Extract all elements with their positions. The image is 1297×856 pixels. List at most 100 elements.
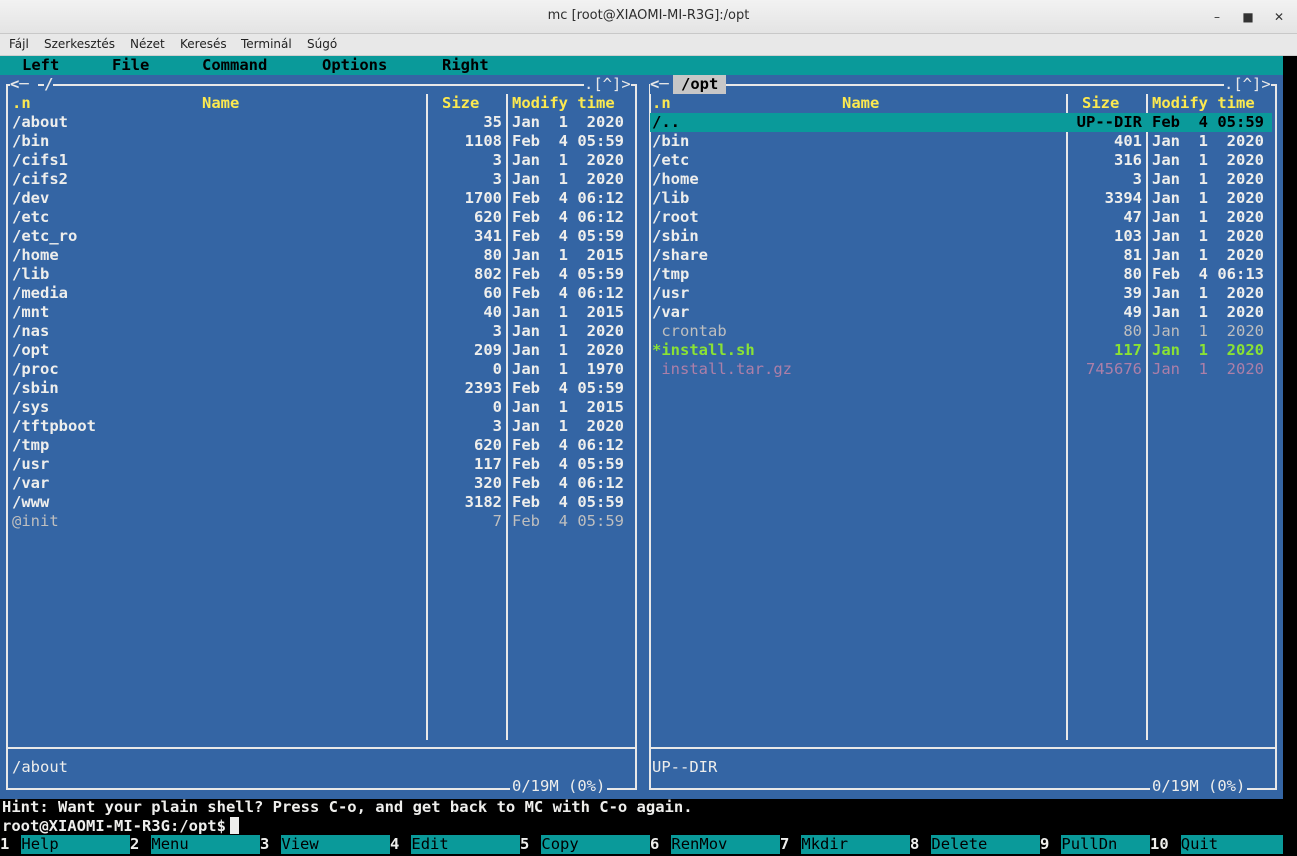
fkey-delete[interactable]: 8 Delete bbox=[910, 835, 1040, 854]
file-row[interactable]: /sbin 103 Jan 1 2020 bbox=[650, 227, 1272, 246]
minimize-icon[interactable]: – bbox=[1206, 6, 1228, 28]
menu-file[interactable]: Fájl bbox=[9, 37, 29, 51]
file-row[interactable]: /usr 117 Feb 4 05:59 bbox=[10, 455, 632, 474]
file-size: 802 bbox=[474, 265, 502, 283]
file-mtime: Jan 1 2020 bbox=[512, 170, 624, 188]
file-row[interactable]: /tftpboot 3 Jan 1 2020 bbox=[10, 417, 632, 436]
file-row[interactable]: /share 81 Jan 1 2020 bbox=[650, 246, 1272, 265]
file-name: /share bbox=[652, 246, 708, 264]
right-panel[interactable]: <─ /opt .[^]> .n Name Size Modify time /… bbox=[643, 75, 1283, 799]
mc-menu-right[interactable]: Right bbox=[442, 56, 489, 75]
fkey-label: Delete bbox=[931, 835, 1040, 854]
file-name: /root bbox=[652, 208, 699, 226]
terminal-scrollbar[interactable] bbox=[1283, 56, 1297, 856]
menu-search[interactable]: Keresés bbox=[180, 37, 227, 51]
mc-menu-options[interactable]: Options bbox=[322, 56, 387, 75]
file-row[interactable]: /.. UP--DIR Feb 4 05:59 bbox=[650, 113, 1272, 132]
file-row[interactable]: install.tar.gz 745676 Jan 1 2020 bbox=[650, 360, 1272, 379]
file-row[interactable]: /proc 0 Jan 1 1970 bbox=[10, 360, 632, 379]
close-icon[interactable]: ✕ bbox=[1268, 6, 1290, 28]
file-name: /mnt bbox=[12, 303, 50, 321]
file-row[interactable]: /etc 316 Jan 1 2020 bbox=[650, 151, 1272, 170]
terminal-area[interactable]: Left File Command Options Right <─ / .[^… bbox=[0, 56, 1297, 856]
file-mtime: Jan 1 2020 bbox=[1152, 303, 1264, 321]
file-mtime: Jan 1 2020 bbox=[1152, 322, 1264, 340]
file-row[interactable]: /sbin 2393 Feb 4 05:59 bbox=[10, 379, 632, 398]
file-size: 40 bbox=[483, 303, 502, 321]
file-name: /cifs1 bbox=[12, 151, 68, 169]
left-header-name[interactable]: Name bbox=[202, 94, 239, 113]
file-row[interactable]: /sys 0 Jan 1 2015 bbox=[10, 398, 632, 417]
fkey-copy[interactable]: 5 Copy bbox=[520, 835, 650, 854]
file-row[interactable]: /about 35 Jan 1 2020 bbox=[10, 113, 632, 132]
file-size: 3 bbox=[492, 151, 502, 169]
right-header-modify[interactable]: Modify time bbox=[1152, 94, 1255, 113]
fkey-number: 5 bbox=[520, 835, 530, 853]
file-row[interactable]: /opt 209 Jan 1 2020 bbox=[10, 341, 632, 360]
fkey-mkdir[interactable]: 7 Mkdir bbox=[780, 835, 910, 854]
file-row[interactable]: /usr 39 Jan 1 2020 bbox=[650, 284, 1272, 303]
fkey-edit[interactable]: 4 Edit bbox=[390, 835, 520, 854]
file-size: 620 bbox=[474, 208, 502, 226]
left-header-n[interactable]: .n bbox=[12, 94, 31, 113]
file-row[interactable]: /tmp 80 Feb 4 06:13 bbox=[650, 265, 1272, 284]
file-row[interactable]: /mnt 40 Jan 1 2015 bbox=[10, 303, 632, 322]
file-row[interactable]: crontab 80 Jan 1 2020 bbox=[650, 322, 1272, 341]
file-row[interactable]: /var 320 Feb 4 06:12 bbox=[10, 474, 632, 493]
shell-prompt[interactable]: root@XIAOMI-MI-R3G:/opt$ bbox=[2, 817, 239, 836]
file-row[interactable]: /home 80 Jan 1 2015 bbox=[10, 246, 632, 265]
file-row[interactable]: /bin 1108 Feb 4 05:59 bbox=[10, 132, 632, 151]
file-mtime: Feb 4 05:59 bbox=[512, 455, 624, 473]
file-row[interactable]: /tmp 620 Feb 4 06:12 bbox=[10, 436, 632, 455]
right-header-name[interactable]: Name bbox=[842, 94, 879, 113]
file-row[interactable]: /etc 620 Feb 4 06:12 bbox=[10, 208, 632, 227]
file-size: 80 bbox=[1123, 265, 1142, 283]
right-header-size[interactable]: Size bbox=[1082, 94, 1119, 113]
menu-help[interactable]: Súgó bbox=[307, 37, 337, 51]
file-row[interactable]: /www 3182 Feb 4 05:59 bbox=[10, 493, 632, 512]
file-row[interactable]: /root 47 Jan 1 2020 bbox=[650, 208, 1272, 227]
file-row[interactable]: /cifs1 3 Jan 1 2020 bbox=[10, 151, 632, 170]
left-header-size[interactable]: Size bbox=[442, 94, 479, 113]
file-mtime: Jan 1 2020 bbox=[1152, 132, 1264, 150]
left-panel-corner[interactable]: .[^]> bbox=[584, 75, 631, 94]
fkey-renmov[interactable]: 6 RenMov bbox=[650, 835, 780, 854]
file-row[interactable]: @init 7 Feb 4 05:59 bbox=[10, 512, 632, 531]
file-row[interactable]: /nas 3 Jan 1 2020 bbox=[10, 322, 632, 341]
file-row[interactable]: /bin 401 Jan 1 2020 bbox=[650, 132, 1272, 151]
mc-menu-file[interactable]: File bbox=[112, 56, 149, 75]
menu-view[interactable]: Nézet bbox=[130, 37, 165, 51]
fkey-help[interactable]: 1 Help bbox=[0, 835, 130, 854]
file-row[interactable]: /dev 1700 Feb 4 06:12 bbox=[10, 189, 632, 208]
fkey-number: 9 bbox=[1040, 835, 1050, 853]
file-row[interactable]: *install.sh 117 Jan 1 2020 bbox=[650, 341, 1272, 360]
left-header-modify[interactable]: Modify time bbox=[512, 94, 615, 113]
window-title: mc [root@XIAOMI-MI-R3G]:/opt bbox=[547, 8, 750, 23]
fkey-quit[interactable]: 10 Quit bbox=[1150, 835, 1283, 854]
right-header-n[interactable]: .n bbox=[652, 94, 671, 113]
file-mtime: Jan 1 2020 bbox=[1152, 170, 1264, 188]
menu-terminal[interactable]: Terminál bbox=[241, 37, 292, 51]
file-row[interactable]: /media 60 Feb 4 06:12 bbox=[10, 284, 632, 303]
menu-edit[interactable]: Szerkesztés bbox=[44, 37, 115, 51]
fkey-menu[interactable]: 2 Menu bbox=[130, 835, 260, 854]
left-panel-arrow[interactable]: <─ bbox=[10, 75, 38, 94]
file-name: /lib bbox=[12, 265, 50, 283]
maximize-icon[interactable]: ■ bbox=[1237, 6, 1259, 28]
file-row[interactable]: /etc_ro 341 Feb 4 05:59 bbox=[10, 227, 632, 246]
fkey-view[interactable]: 3 View bbox=[260, 835, 390, 854]
file-row[interactable]: /lib 802 Feb 4 05:59 bbox=[10, 265, 632, 284]
mc-menu-left[interactable]: Left bbox=[22, 56, 59, 75]
left-panel[interactable]: <─ / .[^]> .n Name Size Modify time /abo… bbox=[0, 75, 643, 799]
right-panel-corner[interactable]: .[^]> bbox=[1224, 75, 1271, 94]
file-row[interactable]: /cifs2 3 Jan 1 2020 bbox=[10, 170, 632, 189]
file-row[interactable]: /home 3 Jan 1 2020 bbox=[650, 170, 1272, 189]
file-mtime: Jan 1 2020 bbox=[1152, 284, 1264, 302]
fkey-label: Quit bbox=[1180, 835, 1283, 854]
file-row[interactable]: /var 49 Jan 1 2020 bbox=[650, 303, 1272, 322]
file-name: /about bbox=[12, 113, 68, 131]
file-name: /home bbox=[652, 170, 699, 188]
mc-menu-command[interactable]: Command bbox=[202, 56, 267, 75]
fkey-pulldn[interactable]: 9 PullDn bbox=[1040, 835, 1150, 854]
file-row[interactable]: /lib 3394 Jan 1 2020 bbox=[650, 189, 1272, 208]
